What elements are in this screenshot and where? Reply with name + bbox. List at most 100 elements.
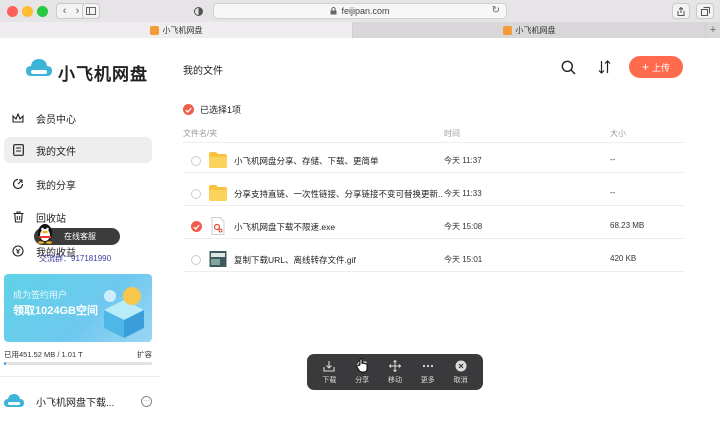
url-text: feijipan.com xyxy=(341,6,390,16)
share-up-icon xyxy=(677,6,685,16)
sidebar-item-member[interactable]: 会员中心 xyxy=(4,105,152,131)
close-window-icon[interactable] xyxy=(7,6,18,17)
promo-cube-icon xyxy=(104,287,144,338)
forward-icon[interactable]: › xyxy=(76,5,80,17)
zoom-window-icon[interactable] xyxy=(37,6,48,17)
promo-line1: 成为签约用户 xyxy=(13,290,68,300)
sidebar-item-my-shares[interactable]: 我的分享 xyxy=(4,171,152,197)
page-title: 我的文件 xyxy=(183,66,223,77)
action-label: 分享 xyxy=(355,376,370,384)
logo-cloud-icon xyxy=(26,59,52,76)
favicon-icon xyxy=(502,25,512,35)
back-icon[interactable]: ‹ xyxy=(63,5,67,17)
new-tab-button[interactable]: + xyxy=(706,22,720,38)
qq-penguin-icon xyxy=(38,224,52,244)
move-icon xyxy=(388,359,401,372)
browser-tab-1[interactable]: 小飞机网盘 xyxy=(0,22,353,38)
download-icon xyxy=(323,360,335,372)
qq-group-number[interactable]: 交流群：917181990 xyxy=(39,253,111,264)
file-name[interactable]: 复制下载URL、离线转存文件.gif xyxy=(234,254,443,266)
row-checkbox[interactable] xyxy=(191,255,201,265)
file-time: 今天 11:37 xyxy=(444,156,482,165)
selection-action-bar: 下载 分享 移动 更多 取消 xyxy=(307,354,483,390)
selected-check-icon[interactable] xyxy=(183,104,194,115)
tab-label: 小飞机网盘 xyxy=(162,25,203,35)
sidebar-item-recycle-bin[interactable]: 回收站 xyxy=(4,204,152,230)
row-checkbox[interactable] xyxy=(191,189,201,199)
storage-info: 已用451.52 MB / 1.01 T 扩容 xyxy=(4,349,152,360)
file-size: 420 KB xyxy=(610,254,637,263)
table-row[interactable]: 分享支持直链、一次性链接、分享链接不变可替换更新... 今天 11:33 -- xyxy=(183,182,684,206)
minimize-window-icon[interactable] xyxy=(22,6,33,17)
promo-banner[interactable]: 成为签约用户 领取1024GB空间 xyxy=(4,274,152,342)
table-row[interactable]: 复制下载URL、离线转存文件.gif 今天 15:01 420 KB xyxy=(183,248,684,272)
cancel-button[interactable]: 取消 xyxy=(447,360,475,385)
address-bar[interactable]: feijipan.com ↻ xyxy=(213,3,507,19)
image-file-icon xyxy=(209,251,227,267)
storage-expand-link[interactable]: 扩容 xyxy=(137,349,152,360)
action-label: 下载 xyxy=(322,376,337,384)
hand-cursor-icon xyxy=(356,358,368,373)
favicon-icon xyxy=(149,25,159,35)
tabs-icon xyxy=(700,6,710,16)
share-page-button[interactable] xyxy=(672,3,690,19)
tab-strip: 小飞机网盘 小飞机网盘 + xyxy=(0,22,720,38)
table-row[interactable]: 小飞机网盘下载不限速.exe 今天 15:08 68.23 MB xyxy=(183,215,684,239)
more-icon[interactable]: ··· xyxy=(141,395,152,407)
shield-half-icon xyxy=(193,6,203,16)
user-row[interactable]: 小飞机网盘下载... ··· xyxy=(4,390,154,412)
file-name[interactable]: 小飞机网盘分享、存储、下载、更简单 xyxy=(234,155,443,167)
action-label: 取消 xyxy=(453,376,468,384)
upload-button[interactable]: + 上传 xyxy=(629,56,683,78)
file-time: 今天 15:01 xyxy=(444,255,483,264)
sidebar-toggle-button[interactable] xyxy=(82,3,100,19)
sidebar-item-label: 我的文件 xyxy=(36,146,76,158)
privacy-button[interactable] xyxy=(190,3,206,19)
file-size: -- xyxy=(610,188,616,197)
download-button[interactable]: 下载 xyxy=(315,360,343,385)
storage-bar xyxy=(4,362,152,365)
action-label: 移动 xyxy=(387,376,402,384)
browser-chrome: ‹ › feijipan.com ↻ 小飞机网盘 小飞机网盘 + xyxy=(0,0,720,38)
browser-tab-2[interactable]: 小飞机网盘 xyxy=(353,22,706,38)
sidebar-item-label: 会员中心 xyxy=(36,114,76,126)
column-header-name[interactable]: 文件名/夹 xyxy=(183,128,217,139)
file-size: -- xyxy=(610,155,616,164)
cancel-icon xyxy=(455,360,467,371)
sidebar-item-my-files[interactable]: 我的文件 xyxy=(4,137,152,163)
avatar xyxy=(4,394,24,407)
more-button[interactable]: 更多 xyxy=(414,360,442,385)
storage-used: 已用451.52 MB / 1.01 T xyxy=(4,350,83,359)
reload-icon[interactable]: ↻ xyxy=(492,5,500,16)
trash-icon xyxy=(12,211,24,223)
coin-icon xyxy=(12,245,24,257)
file-name[interactable]: 分享支持直链、一次性链接、分享链接不变可替换更新... xyxy=(234,188,443,200)
share-icon xyxy=(12,178,24,190)
more-icon xyxy=(422,364,433,367)
selection-info: 已选择1项 xyxy=(183,103,241,116)
file-icon xyxy=(12,144,24,156)
promo-line2: 领取1024GB空间 xyxy=(13,305,98,317)
file-name[interactable]: 小飞机网盘下载不限速.exe xyxy=(234,221,443,233)
logo-text: 小飞机网盘 xyxy=(58,65,148,84)
sidebar-item-label: 我的分享 xyxy=(36,180,76,192)
tab-overview-button[interactable] xyxy=(696,3,714,19)
row-checkbox[interactable] xyxy=(191,156,201,166)
sort-icon[interactable] xyxy=(598,60,611,74)
selected-count: 已选择1项 xyxy=(200,105,242,115)
file-size: 68.23 MB xyxy=(610,221,645,230)
file-time: 今天 15:08 xyxy=(444,222,483,231)
search-icon[interactable] xyxy=(561,60,576,75)
action-label: 更多 xyxy=(420,376,435,384)
move-button[interactable]: 移动 xyxy=(381,359,409,385)
crown-icon xyxy=(12,112,24,124)
table-row[interactable]: 小飞机网盘分享、存储、下载、更简单 今天 11:37 -- xyxy=(183,149,684,173)
sidebar-divider xyxy=(0,376,160,377)
upload-label: 上传 xyxy=(652,62,671,73)
storage-bar-fill xyxy=(4,362,6,365)
row-checkbox-checked[interactable] xyxy=(191,221,202,232)
column-header-time[interactable]: 时间 xyxy=(444,128,460,139)
header-divider xyxy=(183,142,684,143)
tab-label: 小飞机网盘 xyxy=(515,25,556,35)
column-header-size[interactable]: 大小 xyxy=(610,128,626,139)
